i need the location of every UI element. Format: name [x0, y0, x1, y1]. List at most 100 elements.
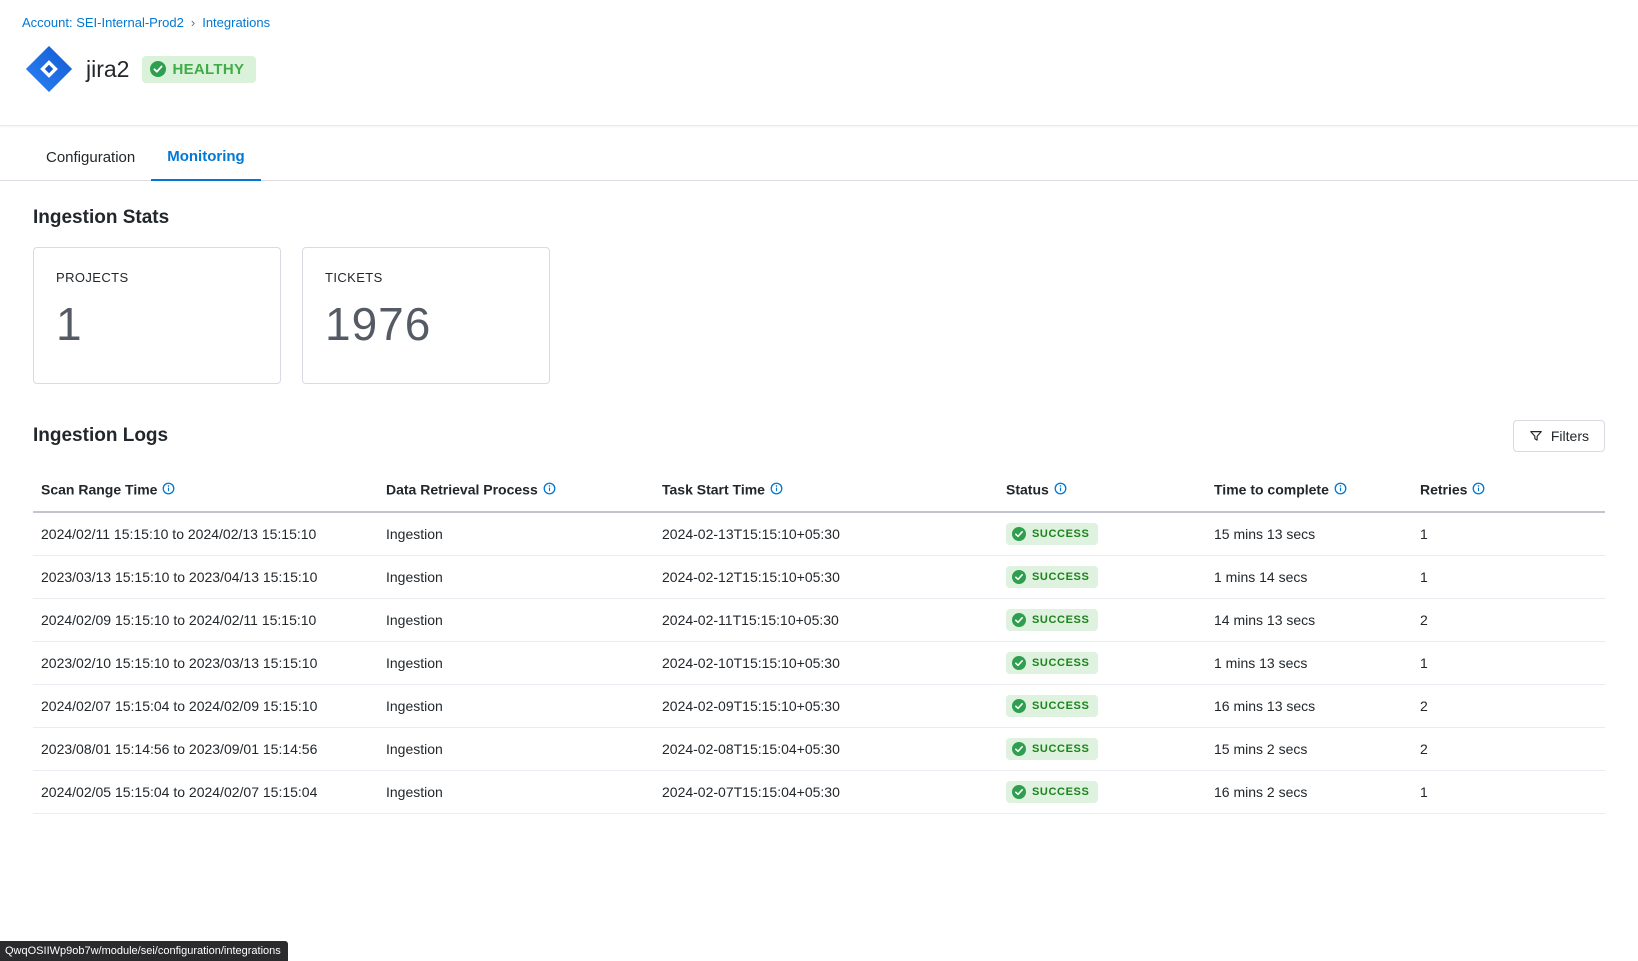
cell-time-to-complete: 16 mins 13 secs: [1206, 685, 1412, 728]
projects-stat-label: PROJECTS: [56, 270, 258, 285]
check-circle-icon: [1012, 570, 1026, 584]
cell-retries: 1: [1412, 512, 1605, 556]
health-status-badge: HEALTHY: [142, 56, 256, 83]
stats-cards: PROJECTS 1 TICKETS 1976: [33, 247, 1605, 384]
cell-time-to-complete: 14 mins 13 secs: [1206, 599, 1412, 642]
info-icon[interactable]: [162, 482, 175, 495]
info-icon[interactable]: [1472, 482, 1485, 495]
jira-logo-icon: [22, 42, 76, 96]
cell-process: Ingestion: [378, 599, 654, 642]
column-label: Time to complete: [1214, 481, 1329, 497]
cell-retries: 1: [1412, 556, 1605, 599]
column-label: Status: [1006, 481, 1049, 497]
column-header-scan-range: Scan Range Time: [33, 470, 378, 512]
column-label: Task Start Time: [662, 481, 765, 497]
page-title: jira2: [86, 56, 129, 83]
column-header-task-start: Task Start Time: [654, 470, 998, 512]
check-circle-icon: [1012, 699, 1026, 713]
ingestion-logs-header-row: Ingestion Logs Filters: [33, 420, 1605, 452]
projects-stat-value: 1: [56, 297, 258, 351]
cell-status: SUCCESS: [998, 642, 1206, 685]
cell-task-start: 2024-02-08T15:15:04+05:30: [654, 728, 998, 771]
filter-funnel-icon: [1529, 429, 1543, 443]
table-header-row: Scan Range Time Data Retrieval Process T…: [33, 470, 1605, 512]
breadcrumb-account-link[interactable]: Account: SEI-Internal-Prod2: [22, 15, 184, 30]
cell-time-to-complete: 1 mins 13 secs: [1206, 642, 1412, 685]
info-icon[interactable]: [1054, 482, 1067, 495]
tab-monitoring-label: Monitoring: [167, 148, 244, 165]
breadcrumb-separator-icon: ›: [191, 15, 195, 30]
status-badge: SUCCESS: [1006, 566, 1098, 588]
cell-scan-range: 2024/02/05 15:15:04 to 2024/02/07 15:15:…: [33, 771, 378, 814]
cell-process: Ingestion: [378, 771, 654, 814]
table-row: 2023/03/13 15:15:10 to 2023/04/13 15:15:…: [33, 556, 1605, 599]
cell-retries: 1: [1412, 771, 1605, 814]
cell-status: SUCCESS: [998, 599, 1206, 642]
tab-bar: Configuration Monitoring: [0, 126, 1638, 181]
breadcrumb: Account: SEI-Internal-Prod2 › Integratio…: [22, 15, 1638, 30]
ingestion-logs-heading: Ingestion Logs: [33, 425, 168, 447]
breadcrumb-integrations-link[interactable]: Integrations: [202, 15, 270, 30]
column-header-time-to-complete: Time to complete: [1206, 470, 1412, 512]
tickets-stat-label: TICKETS: [325, 270, 527, 285]
status-badge: SUCCESS: [1006, 523, 1098, 545]
status-label: SUCCESS: [1032, 571, 1089, 583]
cell-scan-range: 2024/02/09 15:15:10 to 2024/02/11 15:15:…: [33, 599, 378, 642]
cell-task-start: 2024-02-07T15:15:04+05:30: [654, 771, 998, 814]
check-circle-icon: [1012, 656, 1026, 670]
cell-retries: 1: [1412, 642, 1605, 685]
tab-configuration[interactable]: Configuration: [30, 149, 151, 180]
column-header-process: Data Retrieval Process: [378, 470, 654, 512]
ingestion-logs-table: Scan Range Time Data Retrieval Process T…: [33, 470, 1605, 814]
table-row: 2023/02/10 15:15:10 to 2023/03/13 15:15:…: [33, 642, 1605, 685]
link-preview-status-bar: QwqOSIIWp9ob7w/module/sei/configuration/…: [0, 941, 288, 961]
cell-process: Ingestion: [378, 556, 654, 599]
status-label: SUCCESS: [1032, 786, 1089, 798]
cell-status: SUCCESS: [998, 728, 1206, 771]
table-row: 2024/02/07 15:15:04 to 2024/02/09 15:15:…: [33, 685, 1605, 728]
status-label: SUCCESS: [1032, 614, 1089, 626]
health-status-label: HEALTHY: [172, 61, 244, 78]
table-row: 2024/02/05 15:15:04 to 2024/02/07 15:15:…: [33, 771, 1605, 814]
table-row: 2024/02/09 15:15:10 to 2024/02/11 15:15:…: [33, 599, 1605, 642]
cell-task-start: 2024-02-10T15:15:10+05:30: [654, 642, 998, 685]
status-label: SUCCESS: [1032, 657, 1089, 669]
column-header-status: Status: [998, 470, 1206, 512]
tab-monitoring[interactable]: Monitoring: [151, 148, 260, 181]
projects-stat-card: PROJECTS 1: [33, 247, 281, 384]
check-circle-icon: [1012, 613, 1026, 627]
cell-scan-range: 2024/02/11 15:15:10 to 2024/02/13 15:15:…: [33, 512, 378, 556]
cell-process: Ingestion: [378, 512, 654, 556]
cell-scan-range: 2023/02/10 15:15:10 to 2023/03/13 15:15:…: [33, 642, 378, 685]
cell-scan-range: 2024/02/07 15:15:04 to 2024/02/09 15:15:…: [33, 685, 378, 728]
info-icon[interactable]: [1334, 482, 1347, 495]
table-row: 2023/08/01 15:14:56 to 2023/09/01 15:14:…: [33, 728, 1605, 771]
status-badge: SUCCESS: [1006, 695, 1098, 717]
cell-retries: 2: [1412, 728, 1605, 771]
cell-retries: 2: [1412, 685, 1605, 728]
ingestion-stats-heading: Ingestion Stats: [33, 207, 1605, 229]
cell-task-start: 2024-02-09T15:15:10+05:30: [654, 685, 998, 728]
tab-configuration-label: Configuration: [46, 149, 135, 166]
filters-button-label: Filters: [1551, 428, 1589, 444]
column-label: Retries: [1420, 481, 1467, 497]
cell-status: SUCCESS: [998, 771, 1206, 814]
page-header: Account: SEI-Internal-Prod2 › Integratio…: [0, 0, 1638, 126]
status-badge: SUCCESS: [1006, 738, 1098, 760]
tickets-stat-card: TICKETS 1976: [302, 247, 550, 384]
column-label: Data Retrieval Process: [386, 481, 538, 497]
info-icon[interactable]: [543, 482, 556, 495]
cell-scan-range: 2023/03/13 15:15:10 to 2023/04/13 15:15:…: [33, 556, 378, 599]
cell-process: Ingestion: [378, 728, 654, 771]
cell-status: SUCCESS: [998, 512, 1206, 556]
info-icon[interactable]: [770, 482, 783, 495]
cell-process: Ingestion: [378, 685, 654, 728]
column-label: Scan Range Time: [41, 481, 157, 497]
status-badge: SUCCESS: [1006, 609, 1098, 631]
cell-time-to-complete: 15 mins 2 secs: [1206, 728, 1412, 771]
cell-status: SUCCESS: [998, 556, 1206, 599]
filters-button[interactable]: Filters: [1513, 420, 1605, 452]
check-circle-icon: [150, 61, 166, 77]
table-row: 2024/02/11 15:15:10 to 2024/02/13 15:15:…: [33, 512, 1605, 556]
cell-time-to-complete: 1 mins 14 secs: [1206, 556, 1412, 599]
